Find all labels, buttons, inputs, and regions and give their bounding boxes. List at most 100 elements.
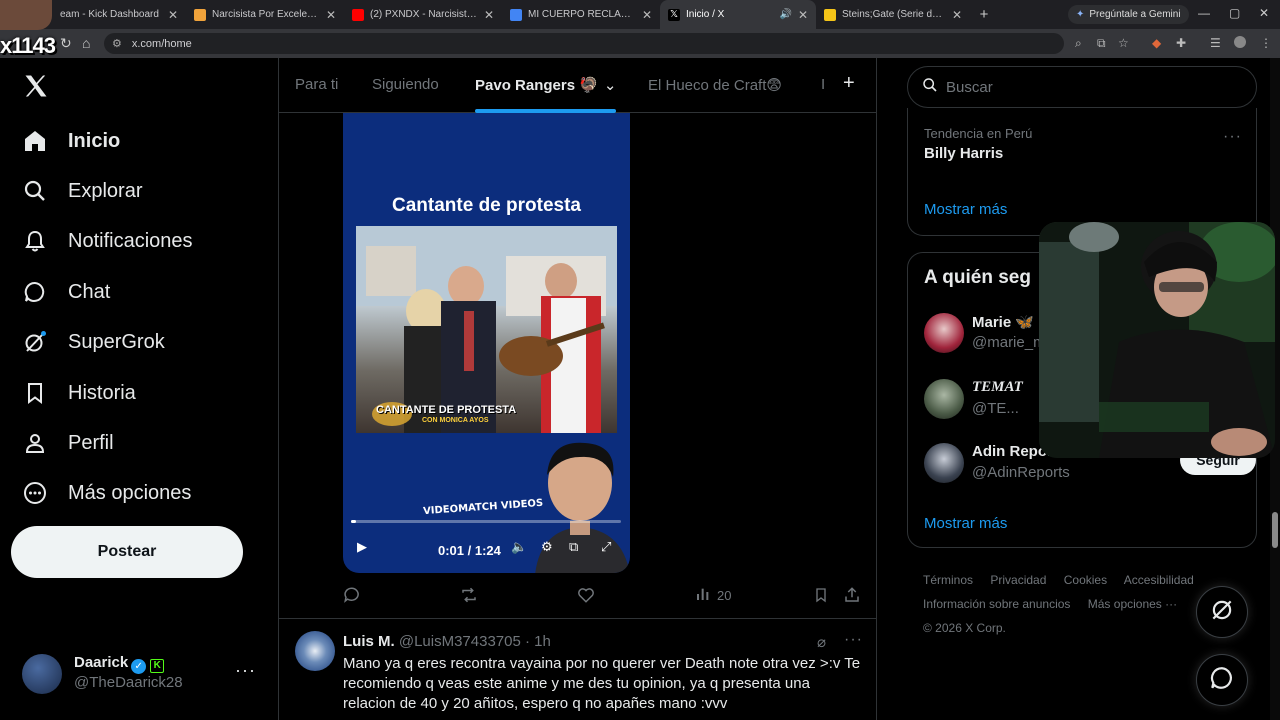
sidebar-item-label: Perfil bbox=[68, 431, 114, 454]
tweet-author-handle[interactable]: @LuisM37433705 bbox=[399, 633, 521, 650]
show-more-link[interactable]: Mostrar más bbox=[924, 515, 1007, 532]
browser-tab-active[interactable]: 𝕏 Inicio / X 🔊 ✕ bbox=[660, 0, 816, 29]
tab-pavo-rangers[interactable]: Pavo Rangers 🦃 ⌄ bbox=[475, 76, 616, 94]
browser-tab-bar: eam - Kick Dashboard ✕ Narcisista Por Exc… bbox=[0, 0, 1280, 29]
footer-link-mas-opciones[interactable]: Más opciones ··· bbox=[1088, 597, 1177, 611]
close-tab-icon[interactable]: ✕ bbox=[484, 8, 494, 22]
account-name: Marie 🦋 bbox=[972, 314, 1035, 331]
tweet-author-name[interactable]: Luis M. bbox=[343, 633, 395, 650]
close-tab-icon[interactable]: ✕ bbox=[798, 8, 808, 22]
close-tab-icon[interactable]: ✕ bbox=[952, 8, 962, 22]
tab-para-ti[interactable]: Para ti bbox=[295, 76, 338, 93]
tab-title: eam - Kick Dashboard bbox=[60, 9, 159, 20]
profile-handle: @TheDaarick28 bbox=[74, 674, 183, 691]
play-icon[interactable]: ▶ bbox=[357, 539, 367, 555]
add-tab-icon[interactable]: + bbox=[843, 72, 855, 95]
search-placeholder: Buscar bbox=[946, 78, 993, 96]
account-name: TEMAT bbox=[972, 379, 1023, 395]
gemini-button[interactable]: ✦ Pregúntale a Gemini bbox=[1068, 5, 1189, 24]
browser-tab[interactable]: Steins;Gate (Serie de TV 2011– ✕ bbox=[816, 0, 970, 29]
footer-link-terminos[interactable]: Términos bbox=[923, 573, 973, 587]
footer-link-privacidad[interactable]: Privacidad bbox=[990, 573, 1046, 587]
more-dots-icon[interactable]: ··· bbox=[1223, 128, 1242, 146]
zoom-icon[interactable]: ⌕ bbox=[1075, 36, 1082, 51]
search-input[interactable]: Buscar bbox=[907, 66, 1257, 108]
video-progress-bar[interactable] bbox=[351, 520, 621, 523]
volume-icon[interactable]: 🔈 bbox=[511, 539, 527, 555]
avatar[interactable] bbox=[295, 631, 335, 671]
sidebar-item-mas-opciones[interactable]: Más opciones bbox=[22, 473, 191, 513]
tab-overflow[interactable]: I bbox=[821, 76, 825, 93]
speaker-icon[interactable]: 🔊 bbox=[779, 9, 791, 20]
post-button[interactable]: Postear bbox=[11, 526, 243, 578]
messages-fab-button[interactable] bbox=[1196, 654, 1248, 706]
reply-icon[interactable] bbox=[343, 586, 361, 604]
maximize-icon[interactable]: ▢ bbox=[1229, 6, 1240, 20]
video-player[interactable]: Cantante de protesta CANTANTE DE PROTEST… bbox=[343, 113, 630, 573]
sidebar-item-supergrok[interactable]: SuperGrok bbox=[22, 322, 165, 362]
new-tab-icon[interactable]: + bbox=[970, 6, 998, 23]
close-tab-icon[interactable]: ✕ bbox=[642, 8, 652, 22]
menu-kebab-icon[interactable]: ⋮ bbox=[1260, 36, 1272, 50]
extension-icon[interactable]: ◆ bbox=[1152, 36, 1161, 50]
picture-in-picture-icon[interactable]: ⧉ bbox=[569, 539, 578, 555]
browser-tab[interactable]: Narcisista Por Excelencia - Pand ✕ bbox=[186, 0, 344, 29]
reading-list-icon[interactable]: ☰ bbox=[1210, 36, 1221, 50]
kick-badge-icon: K bbox=[150, 659, 165, 673]
profile-avatar-icon[interactable] bbox=[1234, 36, 1246, 48]
who-to-follow-title: A quién seg bbox=[924, 267, 1031, 288]
footer-link-accesibilidad[interactable]: Accesibilidad bbox=[1124, 573, 1194, 587]
tweet[interactable]: Luis M. @LuisM37433705 · 1h ⌀ ··· Mano y… bbox=[279, 619, 876, 720]
chevron-down-icon[interactable]: ⌄ bbox=[604, 77, 617, 94]
account-switcher[interactable]: Daarick ✓ K @TheDaarick28 ··· bbox=[22, 652, 266, 696]
site-info-icon[interactable]: ⚙ bbox=[112, 37, 122, 50]
show-more-link[interactable]: Mostrar más bbox=[924, 201, 1007, 218]
footer-link-cookies[interactable]: Cookies bbox=[1064, 573, 1107, 587]
tab-title: MI CUERPO RECLAMA - Docum bbox=[528, 9, 636, 20]
scrollbar-thumb[interactable] bbox=[1272, 512, 1278, 548]
x-logo-icon[interactable] bbox=[22, 72, 50, 100]
grok-fab-button[interactable] bbox=[1196, 586, 1248, 638]
sidebar-item-historia[interactable]: Historia bbox=[22, 373, 136, 413]
star-icon[interactable]: ☆ bbox=[1118, 36, 1129, 50]
tab-el-hueco-de-craft[interactable]: El Hueco de Craft😨 bbox=[648, 76, 782, 94]
sidebar-item-inicio[interactable]: Inicio bbox=[22, 121, 120, 161]
sidebar-item-notificaciones[interactable]: Notificaciones bbox=[22, 221, 193, 261]
sidebar-item-perfil[interactable]: Perfil bbox=[22, 423, 114, 463]
footer-link-anuncios[interactable]: Información sobre anuncios bbox=[923, 597, 1070, 611]
minimize-icon[interactable]: — bbox=[1198, 6, 1210, 20]
trend-label: Tendencia en Perú bbox=[924, 126, 1033, 141]
trend-name[interactable]: Billy Harris bbox=[924, 145, 1003, 162]
close-tab-icon[interactable]: ✕ bbox=[326, 8, 336, 22]
tweet-time[interactable]: · 1h bbox=[525, 633, 551, 650]
tweet-text: Mano ya q eres recontra vayaina por no q… bbox=[343, 655, 861, 712]
share-icon[interactable] bbox=[843, 586, 861, 604]
sidebar-item-label: Más opciones bbox=[68, 481, 192, 504]
account-handle: @marie_m bbox=[972, 334, 1046, 351]
fullscreen-icon[interactable]: ⤢ bbox=[601, 539, 611, 555]
x-favicon-icon: 𝕏 bbox=[668, 8, 680, 21]
footer-links: Términos Privacidad Cookies Accesibilida… bbox=[923, 568, 1243, 640]
close-window-icon[interactable]: ✕ bbox=[1259, 6, 1269, 20]
sidebar-item-chat[interactable]: Chat bbox=[22, 272, 110, 312]
url-field[interactable]: ⚙ x.com/home bbox=[104, 33, 1064, 54]
tab-siguiendo[interactable]: Siguiendo bbox=[372, 76, 439, 93]
grok-icon[interactable]: ⌀ bbox=[817, 633, 826, 651]
repost-icon[interactable] bbox=[459, 586, 479, 604]
close-tab-icon[interactable]: ✕ bbox=[168, 8, 178, 22]
settings-gear-icon[interactable]: ⚙ bbox=[541, 539, 553, 555]
more-dots-icon[interactable]: ··· bbox=[235, 660, 256, 681]
more-dots-icon[interactable]: ··· bbox=[844, 631, 863, 649]
extensions-puzzle-icon[interactable]: ✚ bbox=[1176, 36, 1186, 50]
video-caption: CANTANTE DE PROTESTA bbox=[376, 404, 517, 416]
browser-tab[interactable]: (2) PXNDX - Narcisista por Exce ✕ bbox=[344, 0, 502, 29]
kick-overlay: x1143 bbox=[0, 0, 62, 62]
home-browser-icon[interactable]: ⌂ bbox=[82, 35, 90, 51]
install-icon[interactable]: ⧉ bbox=[1097, 36, 1106, 51]
imdb-favicon-icon bbox=[824, 8, 836, 21]
sidebar-item-explorar[interactable]: Explorar bbox=[22, 171, 142, 211]
bookmark-tweet-icon[interactable] bbox=[813, 586, 829, 604]
browser-tab[interactable]: MI CUERPO RECLAMA - Docum ✕ bbox=[502, 0, 660, 29]
like-icon[interactable] bbox=[577, 586, 595, 604]
views-button[interactable]: 20 bbox=[695, 586, 731, 605]
